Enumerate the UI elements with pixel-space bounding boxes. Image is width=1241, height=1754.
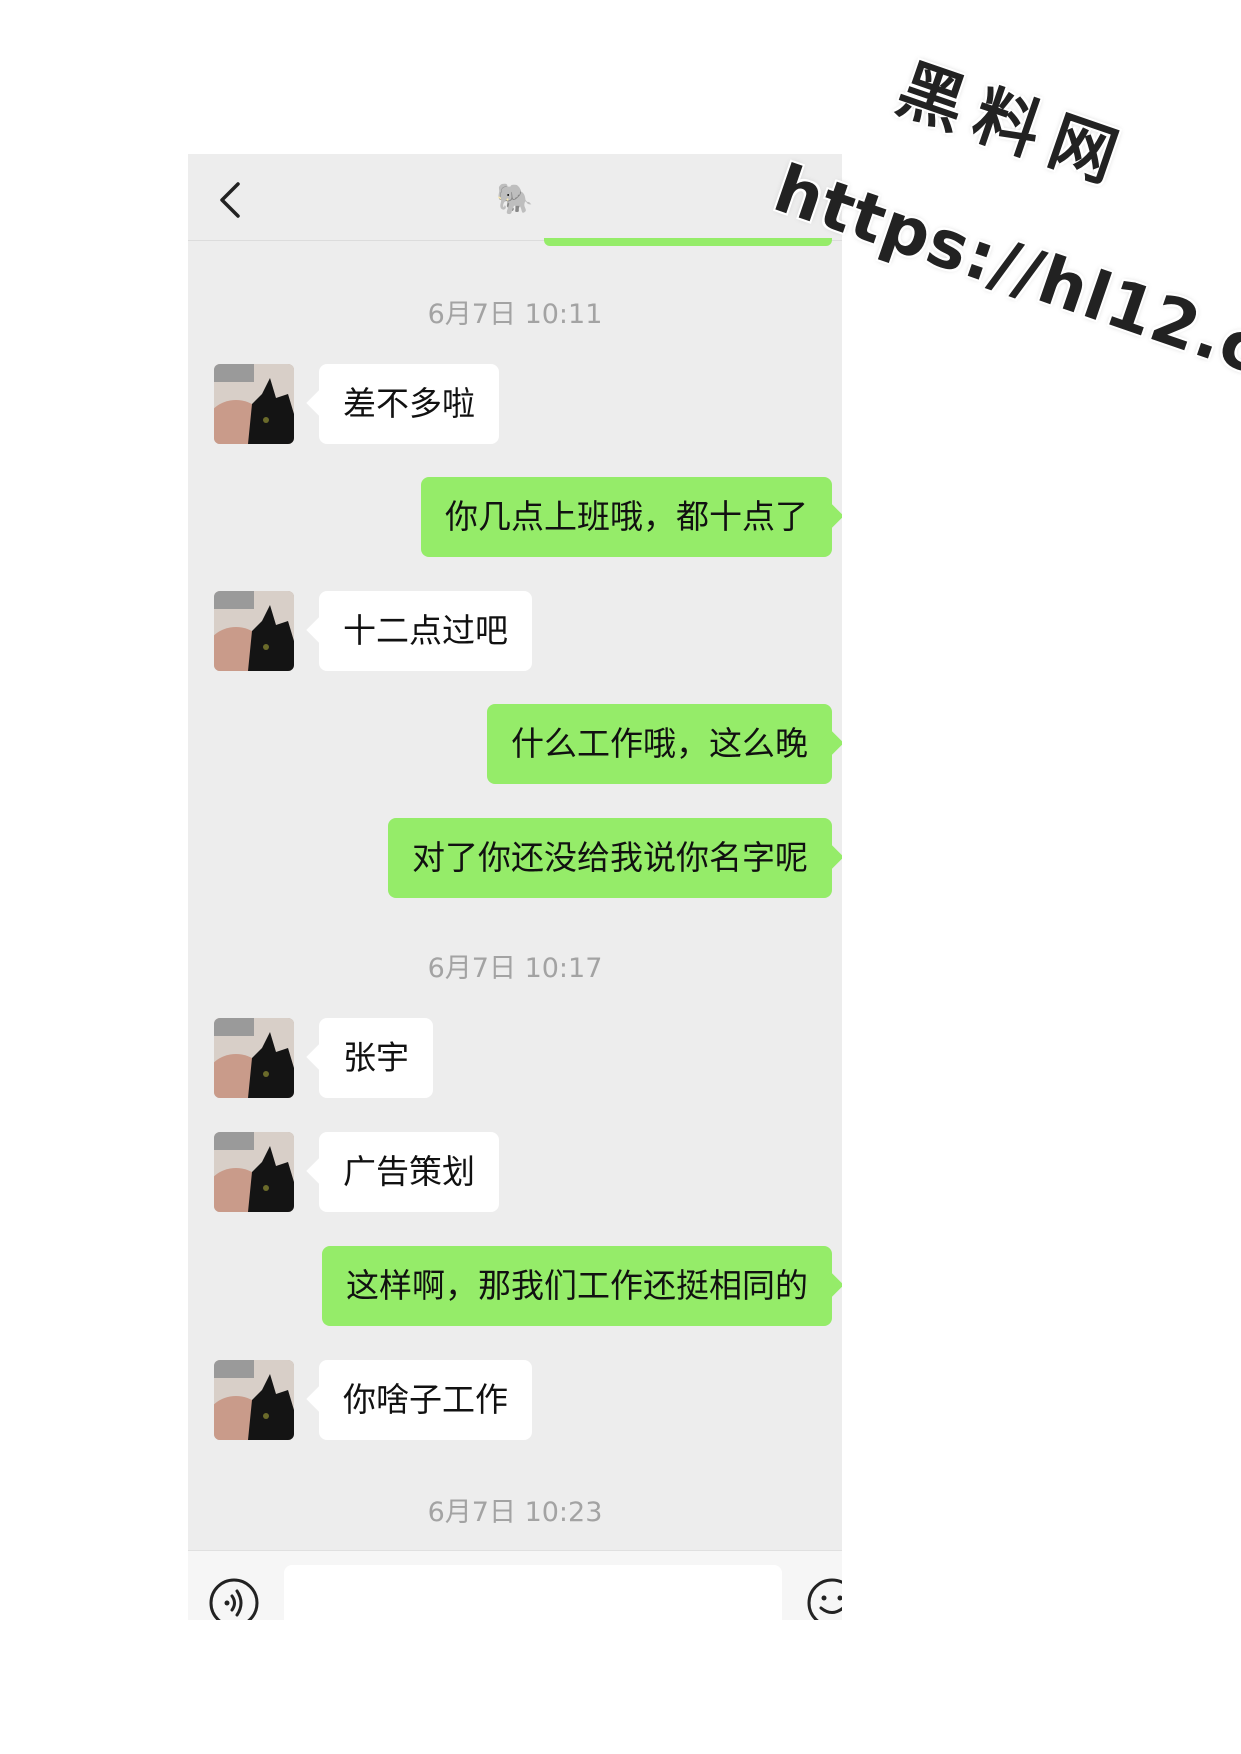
received-message[interactable]: 张宇 bbox=[319, 1018, 433, 1098]
voice-icon[interactable] bbox=[208, 1577, 260, 1620]
avatar[interactable] bbox=[214, 591, 294, 671]
received-message[interactable]: 十二点过吧 bbox=[319, 591, 532, 671]
timestamp: 6月7日 10:23 bbox=[427, 1497, 603, 1528]
avatar[interactable] bbox=[214, 1360, 294, 1440]
previous-message-bubble-edge bbox=[544, 238, 832, 246]
avatar[interactable] bbox=[214, 1132, 294, 1212]
message-input[interactable] bbox=[284, 1565, 782, 1620]
received-message[interactable]: 广告策划 bbox=[319, 1132, 499, 1212]
timestamp: 6月7日 10:11 bbox=[427, 299, 603, 330]
received-message[interactable]: 你啥子工作 bbox=[319, 1360, 532, 1440]
timestamp: 6月7日 10:17 bbox=[427, 953, 603, 984]
received-message[interactable]: 差不多啦 bbox=[319, 364, 499, 444]
chat-screen: 🐘 6月7日 10:11 差不多啦 你几点上班哦，都十点了 十二点过吧 什么工作… bbox=[188, 154, 842, 1620]
navigation-bar: 🐘 bbox=[188, 154, 842, 241]
sent-message[interactable]: 什么工作哦，这么晚 bbox=[487, 704, 832, 784]
avatar[interactable] bbox=[214, 1018, 294, 1098]
sent-message[interactable]: 对了你还没给我说你名字呢 bbox=[388, 818, 832, 898]
emoji-icon[interactable] bbox=[806, 1577, 842, 1620]
watermark-site-name: 黑料网 bbox=[888, 50, 1141, 202]
sent-message[interactable]: 你几点上班哦，都十点了 bbox=[421, 477, 832, 557]
input-bar bbox=[188, 1550, 842, 1620]
sent-message[interactable]: 这样啊，那我们工作还挺相同的 bbox=[322, 1246, 832, 1326]
avatar[interactable] bbox=[214, 364, 294, 444]
chat-title: 🐘 bbox=[496, 182, 534, 217]
